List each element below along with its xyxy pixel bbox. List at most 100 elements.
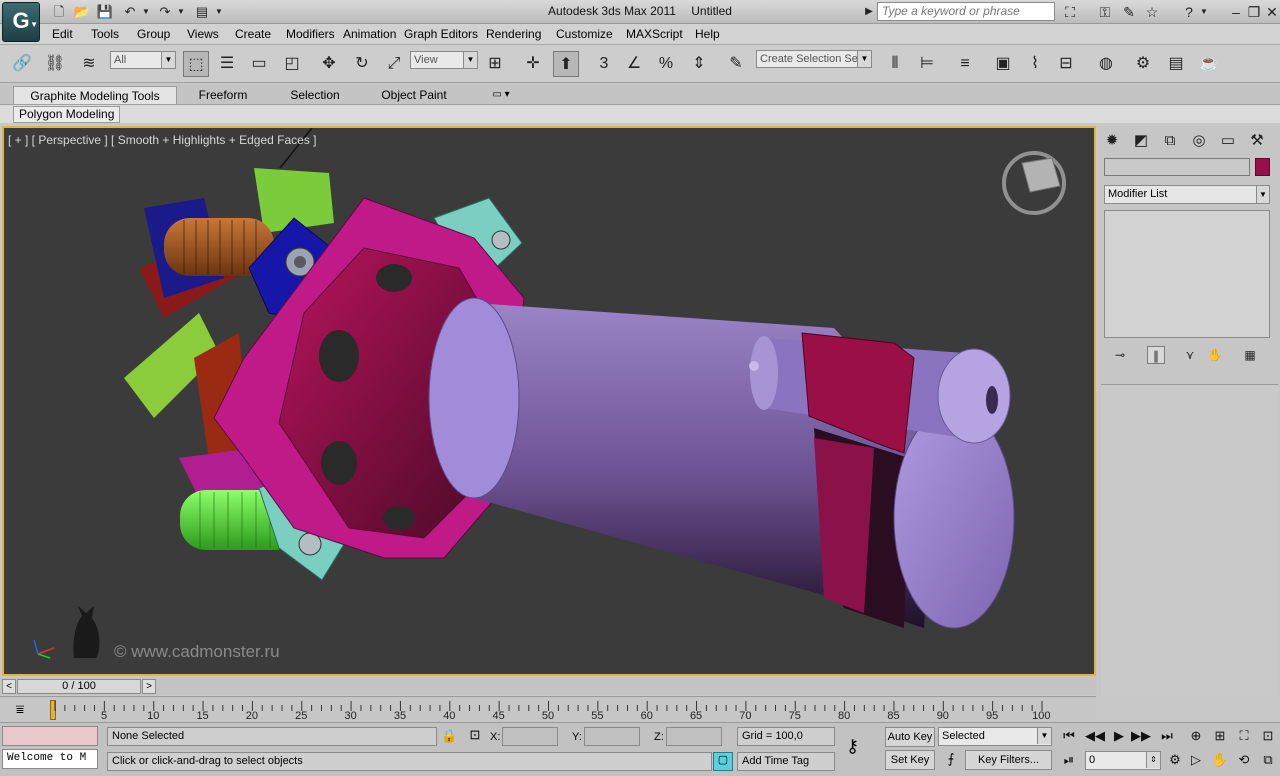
show-end-result-icon[interactable]: ∥ — [1147, 346, 1165, 364]
configure-modifier-sets-icon[interactable]: ▦ — [1241, 346, 1259, 364]
selection-filter-dropdown[interactable]: All ▼ — [110, 51, 176, 69]
communication-center-icon[interactable]: ✎ — [1119, 3, 1139, 21]
key-mode-toggle-icon[interactable]: ⏯ — [1059, 751, 1079, 769]
select-by-name-icon[interactable]: ☰ — [214, 51, 240, 77]
render-production-icon[interactable]: ☕ — [1196, 51, 1222, 77]
key-mode-dropdown[interactable]: Selected ▼ — [938, 727, 1052, 746]
create-panel-icon[interactable]: ✹ — [1101, 130, 1123, 152]
menu-animation[interactable]: Animation — [343, 27, 396, 41]
menu-help[interactable]: Help — [695, 27, 720, 41]
panel-polygon-modeling[interactable]: Polygon Modeling — [13, 106, 121, 123]
spinner-snap-icon[interactable]: ⇕ — [686, 51, 712, 77]
menu-modifiers[interactable]: Modifiers — [286, 27, 335, 41]
keyboard-shortcut-override-icon[interactable]: ⬆ — [553, 51, 579, 77]
menu-tools[interactable]: Tools — [91, 27, 119, 41]
time-tag-icon[interactable]: ▢ — [713, 752, 733, 771]
schematic-view-icon[interactable]: ⊟ — [1053, 51, 1079, 77]
unlink-icon[interactable]: ⛓ — [42, 51, 68, 77]
previous-frame-icon[interactable]: ◀◀ — [1085, 727, 1105, 745]
bind-to-space-warp-icon[interactable]: ≋ — [76, 51, 102, 77]
mirror-icon[interactable]: ⫴ — [882, 51, 908, 77]
perspective-viewport[interactable]: [ + ] [ Perspective ] [ Smooth + Highlig… — [2, 126, 1096, 676]
menu-edit[interactable]: Edit — [52, 27, 73, 41]
maxscript-mini-listener[interactable]: Welcome to M — [2, 749, 98, 769]
mini-curve-editor-icon[interactable]: ⩸ — [8, 701, 32, 719]
pivot-center-icon[interactable]: ⊞ — [482, 51, 508, 77]
select-and-scale-icon[interactable]: ⤢ — [381, 51, 407, 77]
menu-rendering[interactable]: Rendering — [486, 27, 541, 41]
absolute-mode-icon[interactable]: ⊡ — [466, 727, 484, 745]
set-key-button[interactable]: Set Key — [885, 750, 935, 770]
binoculars-icon[interactable]: ⛶ — [1060, 3, 1080, 21]
y-coordinate-field[interactable] — [584, 727, 640, 746]
minimize-icon[interactable]: – — [1226, 3, 1246, 21]
auto-key-button[interactable]: Auto Key — [885, 727, 935, 747]
percent-snap-icon[interactable]: % — [653, 51, 679, 77]
orbit-icon[interactable]: ⟲ — [1234, 751, 1254, 769]
play-icon[interactable]: ▶ — [1109, 727, 1129, 745]
tab-selection[interactable]: Selection — [283, 86, 347, 104]
menu-graph-editors[interactable]: Graph Editors — [404, 27, 478, 41]
go-to-start-icon[interactable]: ⏮ — [1059, 727, 1079, 745]
select-and-link-icon[interactable]: 🔗 — [9, 51, 35, 77]
graphite-toggle-icon[interactable]: ▣ — [990, 51, 1016, 77]
object-color-swatch[interactable] — [1255, 158, 1270, 176]
time-next-icon[interactable]: > — [142, 679, 156, 694]
utilities-panel-icon[interactable]: ⚒ — [1246, 130, 1268, 152]
window-crossing-icon[interactable]: ◰ — [279, 51, 305, 77]
zoom-icon[interactable]: ⊕ — [1186, 727, 1206, 745]
pin-stack-icon[interactable]: ⊸ — [1111, 346, 1129, 364]
maximize-viewport-icon[interactable]: ⧉ — [1258, 751, 1278, 769]
z-coordinate-field[interactable] — [666, 727, 722, 746]
menu-maxscript[interactable]: MAXScript — [626, 27, 683, 41]
search-input[interactable]: Type a keyword or phrase — [877, 2, 1055, 21]
object-name-field[interactable] — [1104, 158, 1250, 176]
reference-coordinate-dropdown[interactable]: View ▼ — [410, 51, 478, 69]
named-selection-dropdown[interactable]: Create Selection Se ▼ — [756, 50, 872, 68]
select-and-move-icon[interactable]: ✥ — [316, 51, 342, 77]
rectangular-selection-icon[interactable]: ▭ — [246, 51, 272, 77]
angle-snap-icon[interactable]: ∠ — [621, 51, 647, 77]
help-dropdown-icon[interactable]: ▼ — [1199, 3, 1209, 21]
modify-panel-icon[interactable]: ◩ — [1130, 130, 1152, 152]
go-to-end-icon[interactable]: ⏭ — [1157, 727, 1177, 745]
pan-view-icon[interactable]: ✋ — [1210, 751, 1230, 769]
modifier-list-dropdown[interactable]: Modifier List ▼ — [1104, 185, 1270, 204]
application-button[interactable]: G ▼ — [2, 2, 40, 42]
key-icon[interactable]: ⚿ — [1095, 3, 1115, 21]
select-and-manipulate-icon[interactable]: ✛ — [520, 51, 546, 77]
help-icon[interactable]: ? — [1179, 3, 1199, 21]
viewport-label[interactable]: [ + ] [ Perspective ] [ Smooth + Highlig… — [8, 133, 317, 147]
set-key-icon[interactable]: ⚷ — [846, 736, 859, 757]
menu-views[interactable]: Views — [187, 27, 219, 41]
favorites-star-icon[interactable]: ☆ — [1142, 3, 1162, 21]
rendered-frame-window-icon[interactable]: ▤ — [1163, 51, 1189, 77]
add-time-tag[interactable]: Add Time Tag — [737, 752, 835, 771]
curve-editor-icon[interactable]: ⌇ — [1022, 51, 1048, 77]
material-editor-icon[interactable]: ◍ — [1093, 51, 1119, 77]
next-frame-icon[interactable]: ▶▶ — [1131, 727, 1151, 745]
tab-object-paint[interactable]: Object Paint — [372, 86, 456, 104]
make-unique-icon[interactable]: ⋎ — [1181, 346, 1199, 364]
align-icon[interactable]: ⊨ — [914, 51, 940, 77]
motion-panel-icon[interactable]: ◎ — [1188, 130, 1210, 152]
menu-create[interactable]: Create — [235, 27, 271, 41]
field-of-view-icon[interactable]: ▷ — [1186, 751, 1206, 769]
zoom-all-icon[interactable]: ⊞ — [1210, 727, 1230, 745]
layer-manager-icon[interactable]: ≡ — [952, 51, 978, 77]
tab-freeform[interactable]: Freeform — [190, 86, 256, 104]
select-object-icon[interactable]: ⬚ — [183, 51, 209, 77]
maxscript-mini-listener-top[interactable] — [2, 726, 98, 746]
time-slider-handle[interactable]: 0 / 100 — [17, 679, 141, 694]
edit-named-selection-icon[interactable]: ✎ — [723, 51, 749, 77]
hierarchy-panel-icon[interactable]: ⧉ — [1159, 130, 1181, 152]
time-configuration-icon[interactable]: ⚙ — [1165, 751, 1185, 769]
ribbon-options-icon[interactable]: ▭ ▾ — [486, 86, 516, 104]
modifier-stack[interactable] — [1104, 210, 1270, 338]
key-filters-button[interactable]: Key Filters... — [965, 750, 1052, 770]
current-frame-field[interactable]: 0 ⇕ — [1085, 751, 1161, 770]
select-and-rotate-icon[interactable]: ↻ — [349, 51, 375, 77]
tab-graphite-modeling-tools[interactable]: Graphite Modeling Tools — [13, 86, 177, 104]
zoom-extents-icon[interactable]: ⛶ — [1234, 727, 1254, 745]
default-tangents-icon[interactable]: ⨍ — [941, 751, 961, 770]
